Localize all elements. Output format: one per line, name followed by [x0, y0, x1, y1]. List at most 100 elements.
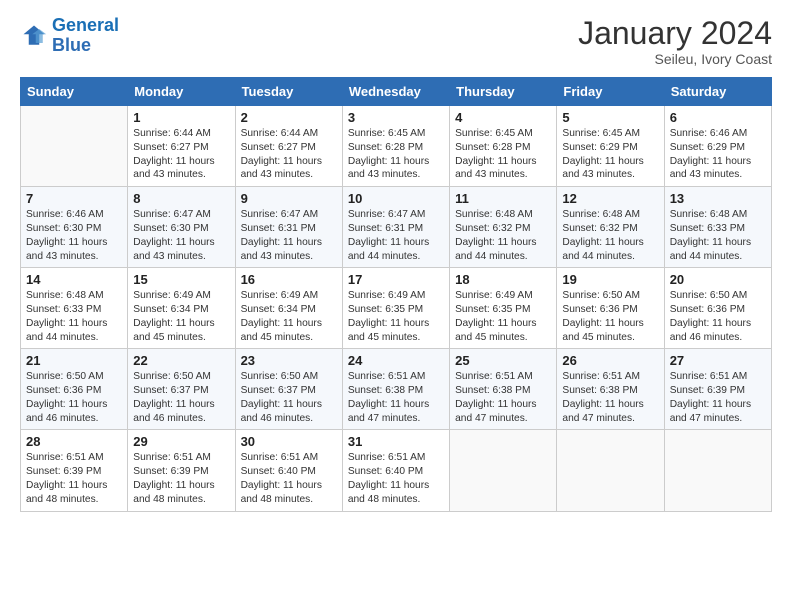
day-info: Sunrise: 6:46 AMSunset: 6:30 PMDaylight:… — [26, 208, 122, 263]
page: General Blue January 2024 Seileu, Ivory … — [0, 0, 792, 612]
day-number: 12 — [562, 191, 658, 206]
day-info: Sunrise: 6:51 AMSunset: 6:38 PMDaylight:… — [562, 370, 658, 425]
day-info: Sunrise: 6:50 AMSunset: 6:36 PMDaylight:… — [670, 289, 766, 344]
day-number: 1 — [133, 110, 229, 125]
day-number: 3 — [348, 110, 444, 125]
calendar-cell: 8 Sunrise: 6:47 AMSunset: 6:30 PMDaylight… — [128, 187, 235, 268]
calendar-cell: 14Sunrise: 6:48 AMSunset: 6:33 PMDayligh… — [21, 268, 128, 349]
calendar-header-row: SundayMondayTuesdayWednesdayThursdayFrid… — [21, 78, 772, 106]
day-number: 29 — [133, 434, 229, 449]
title-block: January 2024 Seileu, Ivory Coast — [578, 16, 772, 67]
col-header-wednesday: Wednesday — [342, 78, 449, 106]
calendar-cell: 7 Sunrise: 6:46 AMSunset: 6:30 PMDaylight… — [21, 187, 128, 268]
day-info: Sunrise: 6:50 AMSunset: 6:37 PMDaylight:… — [133, 370, 229, 425]
col-header-sunday: Sunday — [21, 78, 128, 106]
calendar-cell: 16Sunrise: 6:49 AMSunset: 6:34 PMDayligh… — [235, 268, 342, 349]
day-number: 21 — [26, 353, 122, 368]
day-info: Sunrise: 6:51 AMSunset: 6:40 PMDaylight:… — [241, 451, 337, 506]
day-info: Sunrise: 6:50 AMSunset: 6:36 PMDaylight:… — [26, 370, 122, 425]
calendar-cell — [557, 430, 664, 511]
day-info: Sunrise: 6:44 AMSunset: 6:27 PMDaylight:… — [133, 127, 229, 182]
day-number: 15 — [133, 272, 229, 287]
calendar-cell: 22 Sunrise: 6:50 AMSunset: 6:37 PMDayligh… — [128, 349, 235, 430]
calendar-week-4: 21 Sunrise: 6:50 AMSunset: 6:36 PMDayligh… — [21, 349, 772, 430]
day-info: Sunrise: 6:49 AMSunset: 6:35 PMDaylight:… — [348, 289, 444, 344]
calendar-cell: 20 Sunrise: 6:50 AMSunset: 6:36 PMDayligh… — [664, 268, 771, 349]
calendar-week-2: 7 Sunrise: 6:46 AMSunset: 6:30 PMDaylight… — [21, 187, 772, 268]
calendar-week-1: 1 Sunrise: 6:44 AMSunset: 6:27 PMDaylight… — [21, 106, 772, 187]
day-number: 7 — [26, 191, 122, 206]
calendar-cell: 24Sunrise: 6:51 AMSunset: 6:38 PMDayligh… — [342, 349, 449, 430]
col-header-saturday: Saturday — [664, 78, 771, 106]
day-number: 27 — [670, 353, 766, 368]
calendar-cell: 5 Sunrise: 6:45 AMSunset: 6:29 PMDaylight… — [557, 106, 664, 187]
calendar-table: SundayMondayTuesdayWednesdayThursdayFrid… — [20, 77, 772, 511]
day-number: 11 — [455, 191, 551, 206]
day-info: Sunrise: 6:45 AMSunset: 6:29 PMDaylight:… — [562, 127, 658, 182]
calendar-cell: 26 Sunrise: 6:51 AMSunset: 6:38 PMDayligh… — [557, 349, 664, 430]
day-number: 18 — [455, 272, 551, 287]
day-info: Sunrise: 6:51 AMSunset: 6:39 PMDaylight:… — [26, 451, 122, 506]
calendar-cell: 6 Sunrise: 6:46 AMSunset: 6:29 PMDaylight… — [664, 106, 771, 187]
calendar-cell: 27Sunrise: 6:51 AMSunset: 6:39 PMDayligh… — [664, 349, 771, 430]
logo-line1: General — [52, 15, 119, 35]
day-number: 31 — [348, 434, 444, 449]
calendar-cell — [21, 106, 128, 187]
month-title: January 2024 — [578, 16, 772, 51]
calendar-cell — [450, 430, 557, 511]
calendar-cell: 25 Sunrise: 6:51 AMSunset: 6:38 PMDayligh… — [450, 349, 557, 430]
day-number: 19 — [562, 272, 658, 287]
day-info: Sunrise: 6:49 AMSunset: 6:34 PMDaylight:… — [133, 289, 229, 344]
day-number: 8 — [133, 191, 229, 206]
header: General Blue January 2024 Seileu, Ivory … — [20, 16, 772, 67]
day-number: 30 — [241, 434, 337, 449]
day-info: Sunrise: 6:45 AMSunset: 6:28 PMDaylight:… — [455, 127, 551, 182]
day-info: Sunrise: 6:47 AMSunset: 6:30 PMDaylight:… — [133, 208, 229, 263]
day-number: 17 — [348, 272, 444, 287]
day-number: 6 — [670, 110, 766, 125]
day-number: 10 — [348, 191, 444, 206]
day-number: 23 — [241, 353, 337, 368]
day-number: 20 — [670, 272, 766, 287]
day-info: Sunrise: 6:49 AMSunset: 6:34 PMDaylight:… — [241, 289, 337, 344]
day-number: 26 — [562, 353, 658, 368]
day-info: Sunrise: 6:50 AMSunset: 6:37 PMDaylight:… — [241, 370, 337, 425]
calendar-cell: 28 Sunrise: 6:51 AMSunset: 6:39 PMDayligh… — [21, 430, 128, 511]
day-info: Sunrise: 6:51 AMSunset: 6:40 PMDaylight:… — [348, 451, 444, 506]
calendar-cell: 3 Sunrise: 6:45 AMSunset: 6:28 PMDaylight… — [342, 106, 449, 187]
day-info: Sunrise: 6:50 AMSunset: 6:36 PMDaylight:… — [562, 289, 658, 344]
calendar-week-5: 28 Sunrise: 6:51 AMSunset: 6:39 PMDayligh… — [21, 430, 772, 511]
day-number: 22 — [133, 353, 229, 368]
day-info: Sunrise: 6:51 AMSunset: 6:38 PMDaylight:… — [455, 370, 551, 425]
day-info: Sunrise: 6:47 AMSunset: 6:31 PMDaylight:… — [241, 208, 337, 263]
day-info: Sunrise: 6:48 AMSunset: 6:33 PMDaylight:… — [670, 208, 766, 263]
calendar-week-3: 14Sunrise: 6:48 AMSunset: 6:33 PMDayligh… — [21, 268, 772, 349]
day-info: Sunrise: 6:51 AMSunset: 6:39 PMDaylight:… — [133, 451, 229, 506]
day-info: Sunrise: 6:48 AMSunset: 6:32 PMDaylight:… — [455, 208, 551, 263]
day-number: 4 — [455, 110, 551, 125]
logo-text: General Blue — [52, 16, 119, 56]
logo-line2: Blue — [52, 35, 91, 55]
col-header-tuesday: Tuesday — [235, 78, 342, 106]
calendar-cell: 15 Sunrise: 6:49 AMSunset: 6:34 PMDayligh… — [128, 268, 235, 349]
day-number: 28 — [26, 434, 122, 449]
day-info: Sunrise: 6:47 AMSunset: 6:31 PMDaylight:… — [348, 208, 444, 263]
calendar-cell: 9Sunrise: 6:47 AMSunset: 6:31 PMDaylight… — [235, 187, 342, 268]
subtitle: Seileu, Ivory Coast — [578, 51, 772, 67]
col-header-thursday: Thursday — [450, 78, 557, 106]
day-info: Sunrise: 6:49 AMSunset: 6:35 PMDaylight:… — [455, 289, 551, 344]
day-info: Sunrise: 6:45 AMSunset: 6:28 PMDaylight:… — [348, 127, 444, 182]
day-number: 5 — [562, 110, 658, 125]
day-info: Sunrise: 6:44 AMSunset: 6:27 PMDaylight:… — [241, 127, 337, 182]
calendar-cell: 21 Sunrise: 6:50 AMSunset: 6:36 PMDayligh… — [21, 349, 128, 430]
logo: General Blue — [20, 16, 119, 56]
day-info: Sunrise: 6:48 AMSunset: 6:32 PMDaylight:… — [562, 208, 658, 263]
calendar-cell: 2Sunrise: 6:44 AMSunset: 6:27 PMDaylight… — [235, 106, 342, 187]
day-number: 25 — [455, 353, 551, 368]
calendar-cell: 12 Sunrise: 6:48 AMSunset: 6:32 PMDayligh… — [557, 187, 664, 268]
day-info: Sunrise: 6:46 AMSunset: 6:29 PMDaylight:… — [670, 127, 766, 182]
calendar-cell — [664, 430, 771, 511]
calendar-cell: 19 Sunrise: 6:50 AMSunset: 6:36 PMDayligh… — [557, 268, 664, 349]
calendar-cell: 30 Sunrise: 6:51 AMSunset: 6:40 PMDayligh… — [235, 430, 342, 511]
calendar-cell: 18 Sunrise: 6:49 AMSunset: 6:35 PMDayligh… — [450, 268, 557, 349]
